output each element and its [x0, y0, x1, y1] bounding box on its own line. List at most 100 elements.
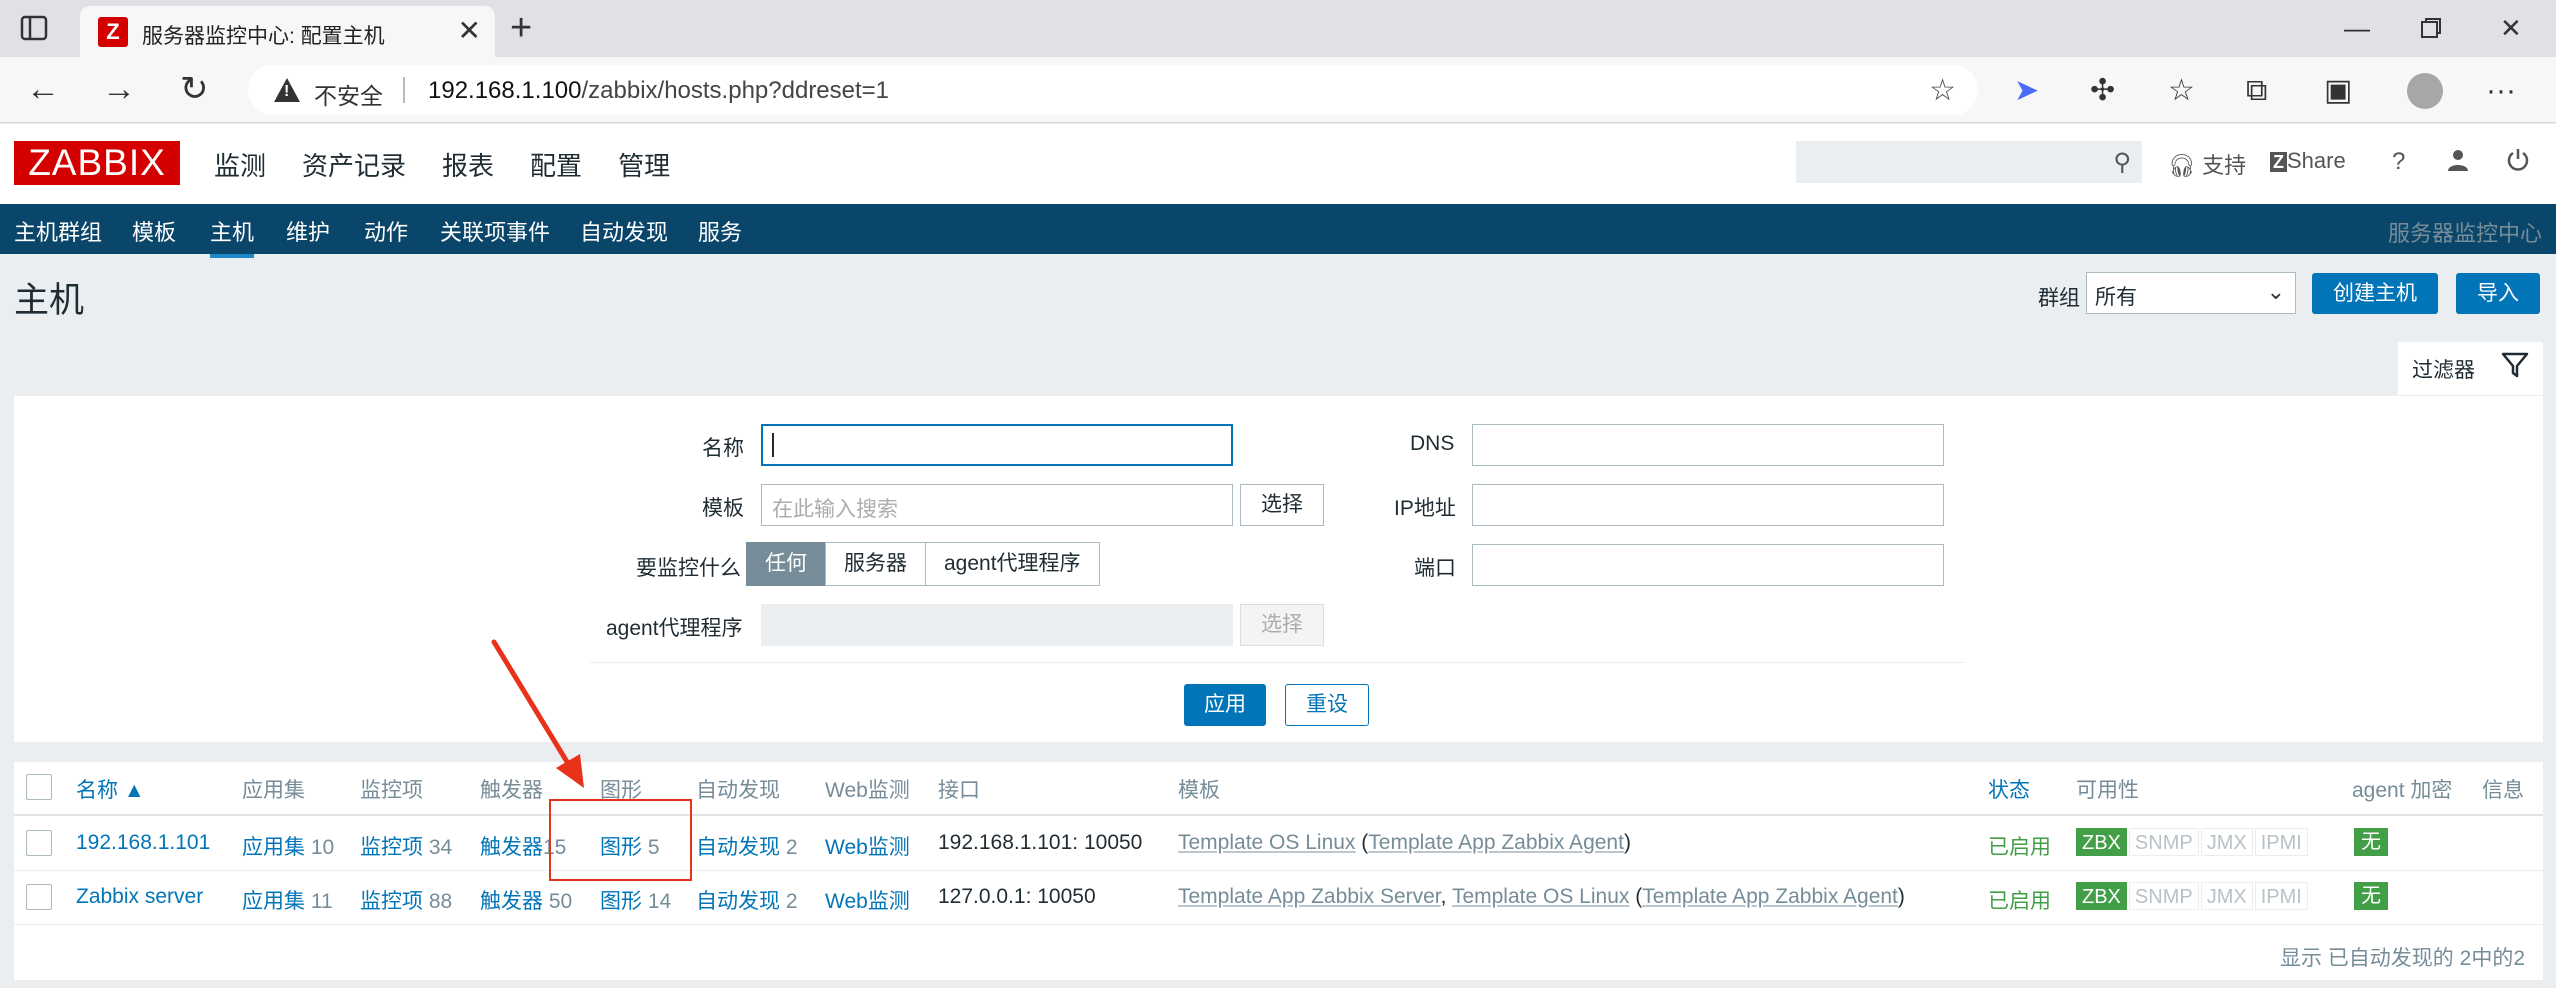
search-icon[interactable]: ⚲ — [2113, 148, 2131, 177]
group-select[interactable]: 所有 ⌄ — [2086, 272, 2296, 314]
interface-cell: 192.168.1.101: 10050 — [938, 831, 1143, 854]
maximize-icon[interactable] — [2420, 10, 2442, 48]
group-label: 群组 — [2038, 287, 2080, 310]
discovery-label: 自动发现 — [696, 890, 780, 913]
filter-dns-input[interactable] — [1472, 424, 1944, 466]
subnav-services[interactable]: 服务 — [698, 215, 742, 247]
select-all-checkbox[interactable] — [26, 774, 52, 800]
items-link[interactable]: 监控项 34 — [360, 831, 452, 861]
forward-icon[interactable]: → — [102, 69, 136, 109]
template-link[interactable]: Template OS Linux — [1452, 885, 1629, 908]
web-link[interactable]: Web监测 — [825, 831, 910, 861]
row-checkbox[interactable] — [26, 830, 52, 856]
url-text[interactable]: 192.168.1.100/zabbix/hosts.php?ddreset=1 — [428, 77, 889, 105]
warning-icon[interactable] — [274, 78, 300, 102]
reload-icon[interactable]: ↻ — [180, 69, 209, 109]
ie-mode-icon[interactable]: ▣ — [2324, 73, 2352, 109]
help-icon[interactable]: ? — [2392, 148, 2405, 176]
tab-close-icon[interactable]: ✕ — [458, 16, 481, 46]
apply-button[interactable]: 应用 — [1184, 684, 1266, 726]
discovery-link[interactable]: 自动发现 2 — [696, 885, 798, 915]
monitor-option-any[interactable]: 任何 — [746, 542, 826, 586]
status-enabled-link[interactable]: 已启用 — [1988, 831, 2051, 861]
subnav-discovery[interactable]: 自动发现 — [580, 215, 668, 247]
subnav-maintenance[interactable]: 维护 — [286, 215, 330, 247]
status-enabled-link[interactable]: 已启用 — [1988, 885, 2051, 915]
import-button[interactable]: 导入 — [2456, 273, 2540, 314]
browser-tab-active[interactable]: Z 服务器监控中心: 配置主机 ✕ — [80, 6, 495, 57]
template-link[interactable]: Template App Zabbix Server — [1178, 885, 1441, 908]
template-link[interactable]: Template OS Linux — [1178, 831, 1355, 854]
window-close-icon[interactable]: ✕ — [2500, 10, 2522, 46]
badge-zbx: ZBX — [2076, 882, 2127, 910]
monitor-option-server[interactable]: 服务器 — [825, 542, 926, 586]
back-icon[interactable]: ← — [26, 69, 60, 109]
triggers-count: 50 — [548, 890, 573, 913]
filter-tab[interactable]: 过滤器 — [2398, 342, 2543, 395]
extension-bird-icon[interactable]: ➤ — [2014, 73, 2039, 109]
menu-reports[interactable]: 报表 — [442, 146, 494, 183]
share-link[interactable]: Z Share — [2270, 148, 2346, 174]
graphs-link[interactable]: 图形 14 — [600, 885, 671, 915]
linked-template-link[interactable]: Template App Zabbix Agent — [1642, 885, 1898, 908]
linked-template-link[interactable]: Template App Zabbix Agent — [1368, 831, 1624, 854]
filter-ip-input[interactable] — [1472, 484, 1944, 526]
th-info: 信息 — [2482, 779, 2524, 802]
reset-button[interactable]: 重设 — [1285, 684, 1369, 726]
monitor-option-proxy[interactable]: agent代理程序 — [925, 542, 1100, 586]
discovery-link[interactable]: 自动发现 2 — [696, 831, 798, 861]
support-link[interactable]: 🎧︎ 支持 — [2168, 148, 2246, 180]
items-link[interactable]: 监控项 88 — [360, 885, 452, 915]
subnav-host-groups[interactable]: 主机群组 — [14, 215, 102, 247]
annotation-highlight-box — [549, 799, 692, 881]
subnav-correlation[interactable]: 关联项事件 — [440, 215, 550, 247]
signout-icon[interactable] — [2506, 148, 2530, 178]
minimize-icon[interactable]: — — [2344, 10, 2370, 46]
create-host-button[interactable]: 创建主机 — [2312, 273, 2438, 314]
zabbix-logo[interactable]: ZABBIX — [14, 141, 180, 185]
add-favorite-icon[interactable]: ☆ — [1929, 73, 1956, 108]
extensions-puzzle-icon[interactable]: ✣ — [2090, 73, 2115, 109]
subnav-templates[interactable]: 模板 — [132, 215, 176, 247]
host-name-link[interactable]: Zabbix server — [76, 885, 203, 909]
url-host: 192.168.1.100 — [428, 77, 582, 104]
text-caret — [772, 433, 774, 457]
discovery-count: 2 — [785, 836, 798, 859]
menu-monitoring[interactable]: 监测 — [214, 146, 266, 183]
global-search-input[interactable]: ⚲ — [1796, 141, 2142, 183]
subnav-hosts[interactable]: 主机 — [210, 215, 255, 258]
filter-port-input[interactable] — [1472, 544, 1944, 586]
filter-template-input[interactable]: 在此输入搜索 — [761, 484, 1233, 526]
config-subnav: 主机群组 模板 主机 维护 动作 关联项事件 自动发现 服务 服务器监控中心 — [0, 204, 2556, 258]
menu-inventory[interactable]: 资产记录 — [302, 146, 406, 183]
triggers-label: 触发器 — [480, 836, 543, 859]
insecure-label[interactable]: 不安全 — [314, 77, 383, 111]
menu-administration[interactable]: 管理 — [618, 146, 670, 183]
th-status[interactable]: 状态 — [1988, 774, 2030, 804]
row-checkbox[interactable] — [26, 884, 52, 910]
th-name[interactable]: 名称 ▲ — [76, 774, 145, 804]
more-menu-icon[interactable]: ··· — [2486, 73, 2516, 109]
favorites-icon[interactable]: ☆ — [2168, 73, 2195, 109]
filter-name-input[interactable] — [761, 424, 1233, 466]
triggers-link[interactable]: 触发器 50 — [480, 885, 572, 915]
subnav-actions[interactable]: 动作 — [364, 215, 408, 247]
menu-configuration[interactable]: 配置 — [530, 146, 582, 214]
th-web: Web监测 — [825, 779, 910, 802]
address-bar[interactable]: 不安全 192.168.1.100/zabbix/hosts.php?ddres… — [248, 65, 1978, 115]
user-profile-icon[interactable] — [2446, 148, 2470, 178]
apps-link[interactable]: 应用集 10 — [242, 831, 334, 861]
tab-actions-icon[interactable] — [20, 14, 50, 42]
web-link[interactable]: Web监测 — [825, 885, 910, 915]
discovery-count: 2 — [785, 890, 798, 913]
new-tab-icon[interactable]: + — [510, 8, 532, 48]
template-select-button[interactable]: 选择 — [1240, 484, 1324, 526]
host-name-link[interactable]: 192.168.1.101 — [76, 831, 210, 855]
filter-monitor-label: 要监控什么 — [636, 557, 741, 580]
collections-icon[interactable]: ⧉ — [2246, 73, 2267, 109]
headset-icon: 🎧︎ — [2168, 153, 2196, 178]
apps-link[interactable]: 应用集 11 — [242, 885, 333, 915]
profile-avatar[interactable] — [2407, 73, 2443, 109]
table-header-divider — [14, 814, 2543, 816]
th-apps: 应用集 — [242, 779, 305, 802]
